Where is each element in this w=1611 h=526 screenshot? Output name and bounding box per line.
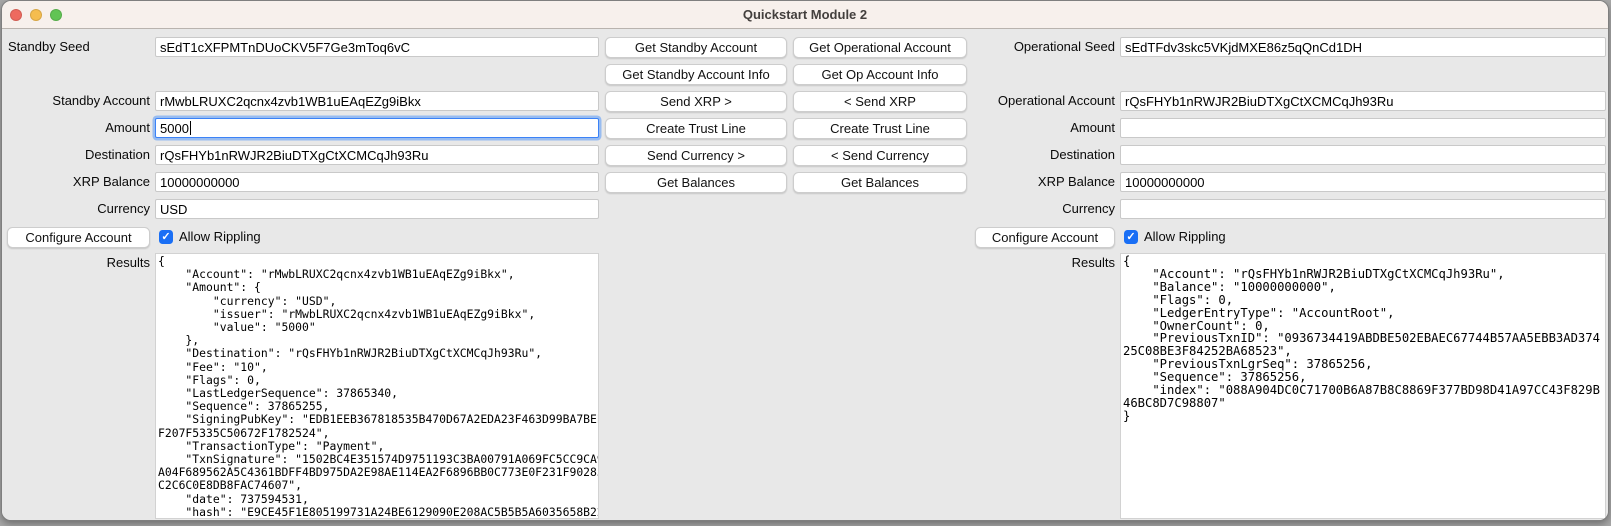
operational-xrp-balance-label: XRP Balance: [972, 174, 1115, 190]
operational-seed-input[interactable]: [1120, 37, 1606, 57]
operational-currency-label: Currency: [972, 201, 1115, 217]
create-trust-line-standby-button[interactable]: Create Trust Line: [605, 118, 787, 139]
get-standby-account-button[interactable]: Get Standby Account: [605, 37, 787, 58]
allow-rippling-standby-checkbox[interactable]: ✓: [159, 230, 173, 244]
get-standby-account-info-button[interactable]: Get Standby Account Info: [605, 64, 787, 85]
operational-amount-label: Amount: [972, 120, 1115, 136]
operational-account-label: Operational Account: [972, 93, 1115, 109]
get-op-account-info-button[interactable]: Get Op Account Info: [793, 64, 967, 85]
standby-amount-value: 5000: [160, 121, 189, 136]
main-content: Standby Seed Get Standby Account Get Ope…: [2, 30, 1608, 520]
app-window: Quickstart Module 2 Standby Seed Get Sta…: [1, 0, 1609, 521]
send-currency-right-button[interactable]: Send Currency >: [605, 145, 787, 166]
standby-account-label: Standby Account: [2, 93, 150, 109]
configure-account-operational-button[interactable]: Configure Account: [975, 227, 1115, 248]
operational-destination-label: Destination: [972, 147, 1115, 163]
checkmark-icon: ✓: [1126, 231, 1135, 243]
operational-results-textarea[interactable]: { "Account": "rQsFHYb1nRWJR2BiuDTXgCtXCM…: [1120, 253, 1606, 519]
standby-results-label: Results: [2, 255, 150, 271]
allow-rippling-standby-label: Allow Rippling: [179, 229, 261, 245]
get-balances-standby-button[interactable]: Get Balances: [605, 172, 787, 193]
send-currency-left-button[interactable]: < Send Currency: [793, 145, 967, 166]
standby-destination-input[interactable]: [155, 145, 599, 165]
allow-rippling-operational-label: Allow Rippling: [1144, 229, 1226, 245]
send-xrp-right-button[interactable]: Send XRP >: [605, 91, 787, 112]
get-balances-operational-button[interactable]: Get Balances: [793, 172, 967, 193]
text-cursor: [190, 121, 191, 135]
operational-seed-label: Operational Seed: [972, 39, 1115, 55]
operational-currency-input[interactable]: [1120, 199, 1606, 219]
standby-seed-label: Standby Seed: [8, 39, 90, 55]
standby-results-textarea[interactable]: { "Account": "rMwbLRUXC2qcnx4zvb1WB1uEAq…: [155, 253, 599, 519]
allow-rippling-operational-checkbox[interactable]: ✓: [1124, 230, 1138, 244]
standby-xrp-balance-label: XRP Balance: [2, 174, 150, 190]
operational-amount-input[interactable]: [1120, 118, 1606, 138]
send-xrp-left-button[interactable]: < Send XRP: [793, 91, 967, 112]
get-operational-account-button[interactable]: Get Operational Account: [793, 37, 967, 58]
operational-results-label: Results: [972, 255, 1115, 271]
operational-destination-input[interactable]: [1120, 145, 1606, 165]
standby-xrp-balance-input[interactable]: [155, 172, 599, 192]
standby-currency-label: Currency: [2, 201, 150, 217]
configure-account-standby-button[interactable]: Configure Account: [7, 227, 150, 248]
operational-xrp-balance-input[interactable]: [1120, 172, 1606, 192]
standby-destination-label: Destination: [2, 147, 150, 163]
window-title: Quickstart Module 2: [2, 1, 1608, 29]
standby-seed-input[interactable]: [155, 37, 599, 57]
create-trust-line-operational-button[interactable]: Create Trust Line: [793, 118, 967, 139]
standby-amount-label: Amount: [2, 120, 150, 136]
standby-account-input[interactable]: [155, 91, 599, 111]
checkmark-icon: ✓: [161, 231, 170, 243]
title-bar: Quickstart Module 2: [2, 1, 1608, 29]
standby-amount-input[interactable]: 5000: [155, 118, 599, 138]
operational-account-input[interactable]: [1120, 91, 1606, 111]
standby-currency-input[interactable]: [155, 199, 599, 219]
